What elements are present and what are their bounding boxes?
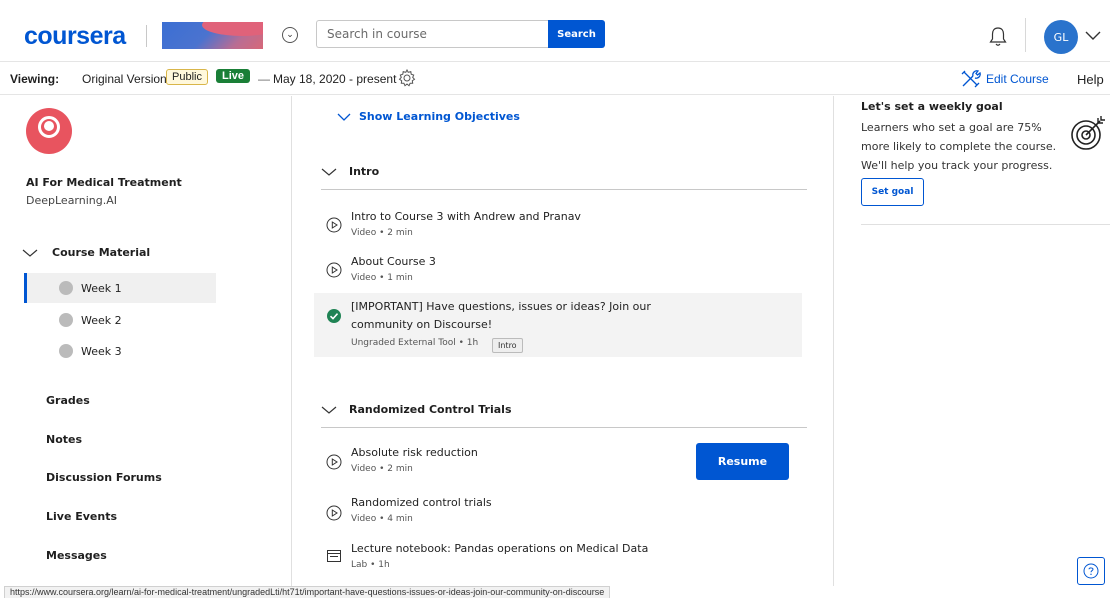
section-title: Intro xyxy=(349,165,380,178)
item-meta: Lab • 1h xyxy=(351,560,390,570)
section-header-randomized-control-trials[interactable]: Randomized Control Trials xyxy=(321,392,807,428)
week-label: Week 3 xyxy=(81,344,122,358)
item-meta: Ungraded External Tool • 1h xyxy=(351,338,479,348)
chevron-down-icon xyxy=(22,249,38,257)
chevron-down-icon xyxy=(321,168,337,176)
item-title: Randomized control trials xyxy=(351,496,492,509)
sidebar-item-week-1[interactable]: Week 1 xyxy=(24,273,216,303)
course-sidebar: AI For Medical Treatment DeepLearning.AI… xyxy=(0,96,292,586)
progress-dot-icon xyxy=(59,281,73,295)
list-item[interactable]: Intro to Course 3 with Andrew and Pranav… xyxy=(314,206,802,246)
sidebar-item-grades[interactable]: Grades xyxy=(46,394,90,407)
question-circle-icon xyxy=(1083,563,1099,579)
top-navbar: coursera ⌄ Search GL xyxy=(0,0,1110,62)
header-divider xyxy=(1025,18,1026,52)
sidebar-item-discussion-forums[interactable]: Discussion Forums xyxy=(46,471,162,484)
bell-icon[interactable] xyxy=(988,26,1008,48)
viewing-bar: Viewing: Original Version Public Live — … xyxy=(0,63,1110,95)
chevron-down-icon[interactable] xyxy=(1084,28,1102,42)
item-meta: Video • 4 min xyxy=(351,514,413,524)
list-item[interactable]: Lecture notebook: Pandas operations on M… xyxy=(314,540,802,580)
week-label: Week 1 xyxy=(81,281,122,295)
gear-icon[interactable] xyxy=(397,68,417,88)
item-meta: Video • 2 min xyxy=(351,464,413,474)
play-circle-icon xyxy=(326,505,342,521)
item-title: Absolute risk reduction xyxy=(351,446,478,459)
list-item[interactable]: [IMPORTANT] Have questions, issues or id… xyxy=(314,293,802,357)
progress-dot-icon xyxy=(59,344,73,358)
item-title: About Course 3 xyxy=(351,255,436,268)
course-organization: DeepLearning.AI xyxy=(26,194,118,207)
module-content: Show Learning Objectives Intro Intro to … xyxy=(293,96,834,586)
item-title: Intro to Course 3 with Andrew and Pranav xyxy=(351,210,581,223)
edit-course-link[interactable]: Edit Course xyxy=(960,68,1049,90)
course-material-label: Course Material xyxy=(52,246,151,259)
goal-description: Learners who set a goal are 75% more lik… xyxy=(861,121,1057,172)
search-input[interactable] xyxy=(316,20,548,48)
help-center-button[interactable] xyxy=(1077,557,1105,585)
course-logo xyxy=(26,108,72,154)
sidebar-item-live-events[interactable]: Live Events xyxy=(46,510,117,523)
week-label: Week 2 xyxy=(81,313,122,327)
resume-button[interactable]: Resume xyxy=(696,443,789,480)
play-circle-icon xyxy=(326,217,342,233)
section-title: Randomized Control Trials xyxy=(349,403,512,416)
logo-divider xyxy=(146,25,147,47)
item-title: Lecture notebook: Pandas operations on M… xyxy=(351,542,649,555)
tooltip: Intro xyxy=(492,338,523,353)
play-circle-icon xyxy=(326,262,342,278)
item-title: [IMPORTANT] Have questions, issues or id… xyxy=(351,300,651,331)
chevron-down-icon xyxy=(337,113,351,121)
sidebar-item-notes[interactable]: Notes xyxy=(46,433,82,446)
coursera-logo[interactable]: coursera xyxy=(24,22,126,51)
partner-logo[interactable] xyxy=(162,22,263,49)
show-objectives-label: Show Learning Objectives xyxy=(359,110,520,123)
goal-title: Let's set a weekly goal xyxy=(861,100,1003,113)
search-button[interactable]: Search xyxy=(548,20,605,48)
dash-separator: — xyxy=(258,72,270,86)
browser-status-url: https://www.coursera.org/learn/ai-for-me… xyxy=(4,586,611,598)
list-item[interactable]: Randomized control trials Video • 4 min xyxy=(314,494,802,534)
show-learning-objectives-button[interactable]: Show Learning Objectives xyxy=(337,110,520,123)
progress-dot-icon xyxy=(59,313,73,327)
version-label: Original Version xyxy=(82,72,167,86)
sidebar-item-messages[interactable]: Messages xyxy=(46,549,107,562)
date-range: May 18, 2020 - present xyxy=(273,72,397,86)
course-material-toggle[interactable]: Course Material xyxy=(22,246,150,259)
set-goal-button[interactable]: Set goal xyxy=(861,178,924,206)
lab-window-icon xyxy=(327,550,341,562)
section-header-intro[interactable]: Intro xyxy=(321,154,807,190)
chevron-down-icon[interactable]: ⌄ xyxy=(282,27,298,43)
check-circle-icon xyxy=(327,309,341,323)
target-icon xyxy=(1071,116,1105,150)
item-meta: Video • 2 min xyxy=(351,228,413,238)
course-title[interactable]: AI For Medical Treatment xyxy=(26,176,182,189)
list-item[interactable]: About Course 3 Video • 1 min xyxy=(314,251,802,291)
play-circle-icon xyxy=(326,454,342,470)
public-badge: Public xyxy=(166,69,208,85)
edit-course-label: Edit Course xyxy=(986,72,1049,86)
sidebar-item-week-2[interactable]: Week 2 xyxy=(24,305,216,335)
tools-icon xyxy=(961,70,981,88)
live-badge: Live xyxy=(216,69,251,83)
chevron-down-icon xyxy=(321,406,337,414)
weekly-goal-panel: Let's set a weekly goal Learners who set… xyxy=(835,96,1110,586)
sidebar-item-week-3[interactable]: Week 3 xyxy=(24,336,216,366)
avatar[interactable]: GL xyxy=(1044,20,1078,54)
divider xyxy=(861,224,1110,225)
viewing-label: Viewing: xyxy=(10,72,60,86)
help-link[interactable]: Help xyxy=(1077,72,1104,87)
item-meta: Video • 1 min xyxy=(351,273,413,283)
